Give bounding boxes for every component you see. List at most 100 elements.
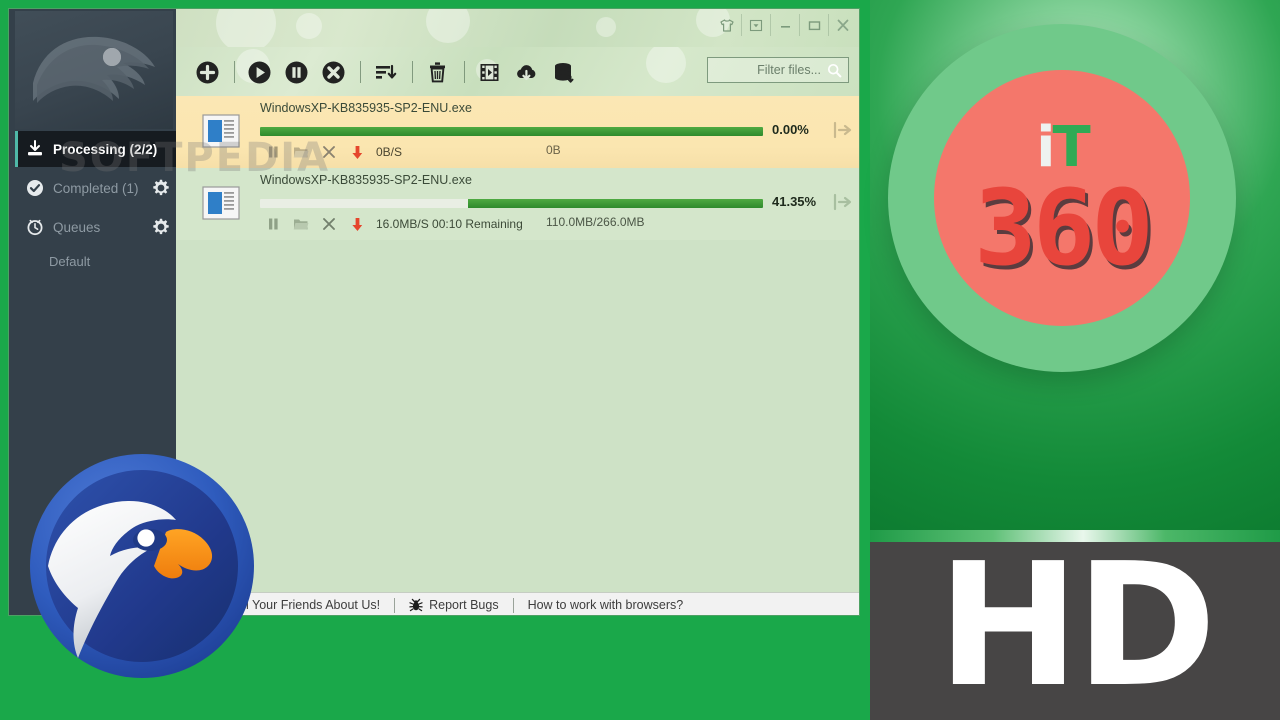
chevron-down-icon [749,19,763,31]
clock-icon [25,217,45,237]
search-icon[interactable] [827,63,842,78]
download-progress-area: 0.00% [260,120,854,142]
minimize-icon [781,25,790,28]
report-bugs-label: Report Bugs [429,598,499,612]
progress-bar-fill [260,127,763,136]
sidebar-subitem-default[interactable]: Default [49,254,90,269]
download-size: 110.0MB/266.0MB [546,215,645,229]
maximize-icon [808,20,821,30]
sidebar-item-queues[interactable]: Queues [15,209,176,245]
folder-icon [293,219,309,230]
it360-badge-number: 360 [974,167,1154,289]
browsers-help-label: How to work with browsers? [527,598,684,612]
stop-download-button[interactable] [316,53,350,91]
pause-download-button[interactable] [279,53,313,91]
film-icon [480,63,498,81]
export-row-icon[interactable] [832,120,854,140]
titlebar [176,9,859,47]
row-pause-button[interactable] [260,143,286,161]
row-download-indicator [344,215,370,233]
filter-files-input[interactable]: Filter files... [707,57,849,83]
sort-descending-icon [375,64,396,79]
exe-file-icon [202,186,240,220]
download-filename: WindowsXP-KB835935-SP2-ENU.exe [260,173,472,187]
download-percent: 0.00% [772,122,809,137]
pause-icon [268,146,278,158]
skin-button[interactable] [713,14,741,36]
completed-settings-gear-icon[interactable] [152,179,170,197]
sort-queue-button[interactable] [368,53,402,91]
screenshot-root: iT 360 HD Processing (2/2) Completed (1)… [0,0,1280,720]
exe-file-icon [202,114,240,148]
tshirt-icon [720,18,734,32]
statusbar-separator [512,597,514,613]
add-download-button[interactable] [190,53,224,91]
toolbar-separator [412,61,413,83]
close-icon [323,146,335,158]
check-circle-icon [25,178,45,198]
row-open-folder-button[interactable] [288,215,314,233]
toolbar-separator [360,61,361,83]
progress-bar-track [260,199,763,208]
eagle-head-icon [33,36,155,103]
cloud-download-button[interactable] [509,53,543,91]
download-row-actions: 0B/S [260,142,402,162]
it360-badge: iT 360 [888,24,1236,372]
download-tray-icon [25,139,45,159]
report-bugs-link[interactable]: Report Bugs [409,598,499,612]
browsers-help-link[interactable]: How to work with browsers? [528,598,684,612]
batch-download-button[interactable] [546,53,580,91]
trash-icon [429,61,445,82]
row-pause-button[interactable] [260,215,286,233]
statusbar: Tell Your Friends About Us! Report Bugs [176,592,859,615]
statusbar-separator [394,597,396,613]
download-list: WindowsXP-KB835935-SP2-ENU.exe 0.00% 0B/… [176,96,859,592]
toolbar: Filter files... [176,47,859,96]
bug-icon [409,598,423,612]
toolbar-separator [464,61,465,83]
close-button[interactable] [828,14,857,36]
delete-button[interactable] [420,53,454,91]
plus-circle-icon [196,61,218,83]
down-arrow-icon [351,145,362,159]
window-controls [713,13,857,37]
down-arrow-icon [351,217,362,231]
row-download-indicator [344,143,370,161]
pause-circle-icon [285,61,307,83]
row-open-folder-button[interactable] [288,143,314,161]
download-speed: 0B/S [376,145,403,159]
progress-bar-fill [467,199,763,208]
sidebar-item-processing[interactable]: Processing (2/2) [15,131,176,167]
pause-icon [268,218,278,230]
sidebar-item-completed-label: Completed (1) [53,180,139,196]
download-row-actions: 16.0MB/S 00:10 Remaining [260,214,523,234]
maximize-button[interactable] [799,14,828,36]
row-cancel-button[interactable] [316,143,342,161]
media-grabber-button[interactable] [472,53,506,91]
hd-watermark: HD [937,527,1216,720]
download-speed: 16.0MB/S 00:10 Remaining [376,217,523,231]
dropdown-button[interactable] [741,14,770,36]
progress-bar-track [260,127,763,136]
cloud-download-icon [516,64,535,80]
database-download-icon [554,62,573,83]
sidebar-item-processing-label: Processing (2/2) [53,141,158,157]
table-row[interactable]: WindowsXP-KB835935-SP2-ENU.exe 0.00% 0B/… [176,96,859,168]
play-circle-icon [248,61,270,83]
filter-files-placeholder: Filter files... [757,63,821,77]
row-cancel-button[interactable] [316,215,342,233]
stop-circle-icon [322,61,344,83]
start-download-button[interactable] [242,53,276,91]
folder-icon [293,147,309,158]
sidebar-hero-banner [15,11,173,129]
it360-badge-inner: iT 360 [934,70,1190,326]
toolbar-buttons [190,50,583,94]
minimize-button[interactable] [770,14,799,36]
close-icon [837,19,849,31]
table-row[interactable]: WindowsXP-KB835935-SP2-ENU.exe 41.35% 16… [176,168,859,240]
download-progress-area: 41.35% [260,192,854,214]
export-row-icon[interactable] [832,192,854,212]
sidebar-item-completed[interactable]: Completed (1) [15,170,176,206]
download-size: 0B [546,143,561,157]
queues-settings-gear-icon[interactable] [152,218,170,236]
